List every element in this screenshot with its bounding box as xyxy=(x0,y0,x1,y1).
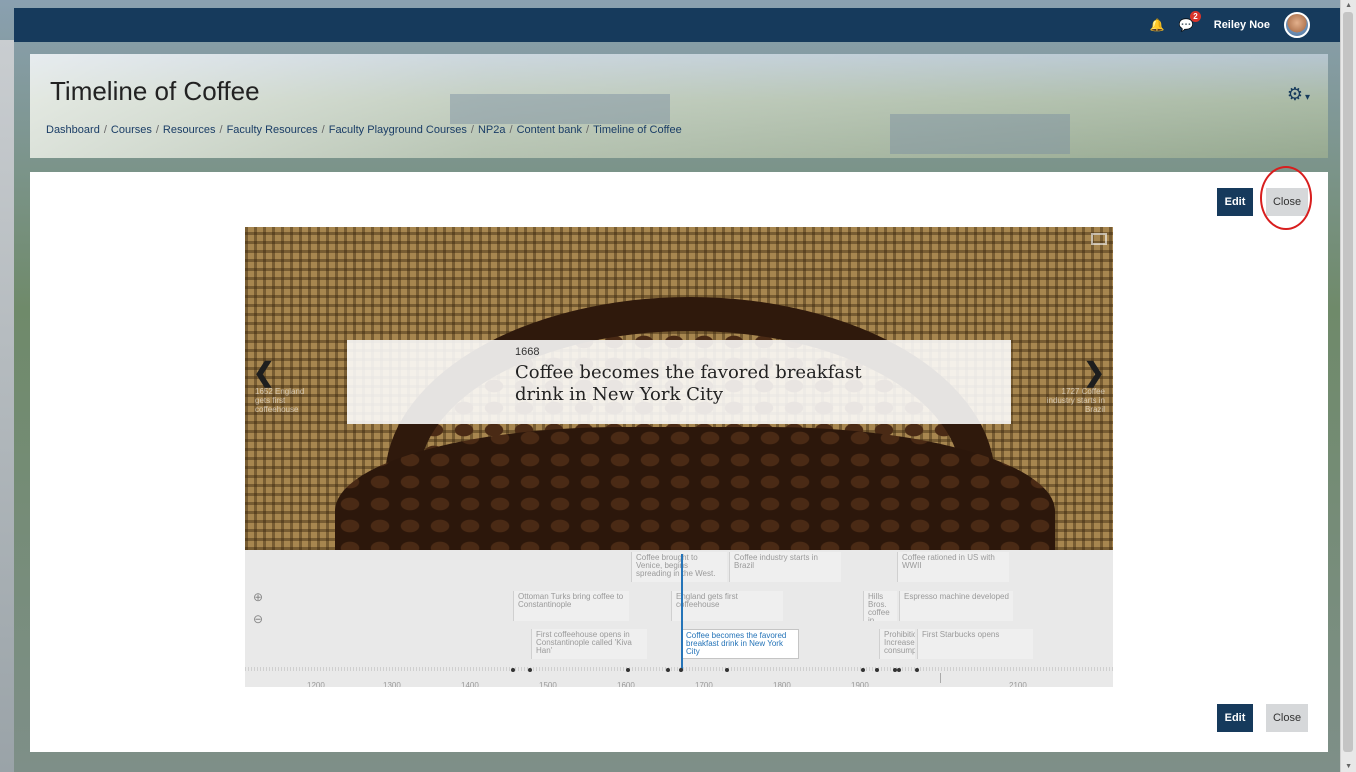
timeline-widget: ❮ 1652 England gets first coffeehouse ❯ … xyxy=(245,227,1113,687)
breadcrumb-np2a[interactable]: NP2a xyxy=(478,124,506,136)
page-scrollbar[interactable]: ▲ ▼ xyxy=(1340,0,1356,772)
edit-button-top[interactable]: Edit xyxy=(1217,188,1253,216)
axis-tick-label: 1400 xyxy=(461,681,479,687)
timeline-marker[interactable]: First Starbucks opens xyxy=(917,629,1033,659)
breadcrumb-resources[interactable]: Resources xyxy=(163,124,216,136)
main-content: Edit Close ❮ 1652 England gets first cof… xyxy=(30,166,1328,752)
zoom-in-icon[interactable]: ⊕ xyxy=(251,590,265,604)
fullscreen-icon[interactable] xyxy=(1091,233,1107,245)
timeline-event-dot[interactable] xyxy=(915,668,919,672)
zoom-out-icon[interactable]: ⊖ xyxy=(251,612,265,626)
timeline-marker[interactable]: Coffee rationed in US with WWII xyxy=(897,552,1009,582)
scroll-up-icon[interactable]: ▲ xyxy=(1345,2,1352,9)
chat-icon[interactable]: 💬 2 xyxy=(1179,11,1201,32)
breadcrumb-faculty-resources[interactable]: Faculty Resources xyxy=(227,124,318,136)
slide-year: 1668 xyxy=(515,346,540,358)
avatar[interactable] xyxy=(1284,12,1310,38)
axis-tick-label: 1200 xyxy=(307,681,325,687)
axis-tick-label: 1300 xyxy=(383,681,401,687)
scrollbar-thumb[interactable] xyxy=(1343,12,1353,752)
page-header: Timeline of Coffee Dashboard / Courses / R… xyxy=(30,54,1328,158)
axis-tick-label: 1800 xyxy=(773,681,791,687)
header-building-image xyxy=(450,94,670,124)
breadcrumb: Dashboard / Courses / Resources / Faculty R… xyxy=(46,124,682,136)
chevron-left-icon[interactable]: ❮ xyxy=(253,357,275,388)
chevron-down-icon: ▾ xyxy=(1304,92,1310,103)
user-name[interactable]: Reiley Noe xyxy=(1214,19,1270,31)
timeline-event-dot[interactable] xyxy=(511,668,515,672)
header-building-image xyxy=(890,114,1070,154)
breadcrumb-faculty-playground[interactable]: Faculty Playground Courses xyxy=(329,124,467,136)
timeline-slide: ❮ 1652 England gets first coffeehouse ❯ … xyxy=(245,227,1113,550)
edit-button-bottom[interactable]: Edit xyxy=(1217,704,1253,732)
timeline-marker[interactable]: Ottoman Turks bring coffee to Constantin… xyxy=(513,591,629,621)
timeline-marker-active[interactable]: Coffee becomes the favored breakfast dri… xyxy=(681,629,799,659)
slide-headline: Coffee becomes the favored breakfast dri… xyxy=(515,362,862,405)
gear-icon: ⚙ xyxy=(1286,84,1303,104)
breadcrumb-dashboard[interactable]: Dashboard xyxy=(46,124,100,136)
timeline-event-dot[interactable] xyxy=(679,668,683,672)
axis-tick-label: 1500 xyxy=(539,681,557,687)
page-background-edge xyxy=(0,40,14,772)
prev-slide-preview[interactable]: 1652 England gets first coffeehouse xyxy=(255,387,315,414)
timeline-event-dot[interactable] xyxy=(725,668,729,672)
timeline-marker[interactable]: Prohibition: Increase consumption xyxy=(879,629,915,659)
chevron-right-icon[interactable]: ❯ xyxy=(1083,357,1105,388)
bell-icon[interactable]: 🔔 xyxy=(1150,18,1165,32)
coffee-beans-pile xyxy=(335,427,1055,550)
timeline-event-dot[interactable] xyxy=(666,668,670,672)
top-navbar: 🔔 💬 2 Reiley Noe xyxy=(14,8,1340,42)
timeline-event-dot[interactable] xyxy=(626,668,630,672)
close-highlight-circle xyxy=(1260,166,1312,230)
settings-menu[interactable]: ⚙ ▾ xyxy=(1287,84,1310,105)
timeline-marker[interactable]: Coffee brought to Venice, begins spreadi… xyxy=(631,552,727,582)
breadcrumb-content-bank[interactable]: Content bank xyxy=(517,124,582,136)
scroll-down-icon[interactable]: ▼ xyxy=(1345,763,1352,770)
breadcrumb-current: Timeline of Coffee xyxy=(593,124,682,136)
timeline-marker[interactable]: Espresso machine developed xyxy=(899,591,1013,621)
timeline-event-dot[interactable] xyxy=(897,668,901,672)
axis-tick-label: 1900 xyxy=(851,681,869,687)
message-count-badge: 2 xyxy=(1190,11,1201,22)
axis-major-tick xyxy=(940,673,941,683)
next-slide-preview[interactable]: 1727 Coffee industry starts in Brazil xyxy=(1045,387,1105,414)
close-button-bottom[interactable]: Close xyxy=(1266,704,1308,732)
axis-tick-label: 1600 xyxy=(617,681,635,687)
timeline-event-dot[interactable] xyxy=(861,668,865,672)
timeline-marker[interactable]: England gets first coffeehouse xyxy=(671,591,783,621)
slide-caption: 1668 Coffee becomes the favored breakfas… xyxy=(347,340,1011,424)
timeline-marker[interactable]: Coffee industry starts in Brazil xyxy=(729,552,841,582)
breadcrumb-courses[interactable]: Courses xyxy=(111,124,152,136)
page-title: Timeline of Coffee xyxy=(50,76,260,106)
axis-tick-label: 2100 xyxy=(1009,681,1027,687)
axis-tick-label: 1700 xyxy=(695,681,713,687)
current-position-line xyxy=(681,554,683,670)
axis-major-label: 2000 xyxy=(929,686,949,687)
timeline-marker[interactable]: Hills Bros. coffee in cans xyxy=(863,591,897,621)
timeline-event-dot[interactable] xyxy=(528,668,532,672)
timeline-event-dot[interactable] xyxy=(875,668,879,672)
timeline-marker[interactable]: First coffeehouse opens in Constantinopl… xyxy=(531,629,647,659)
